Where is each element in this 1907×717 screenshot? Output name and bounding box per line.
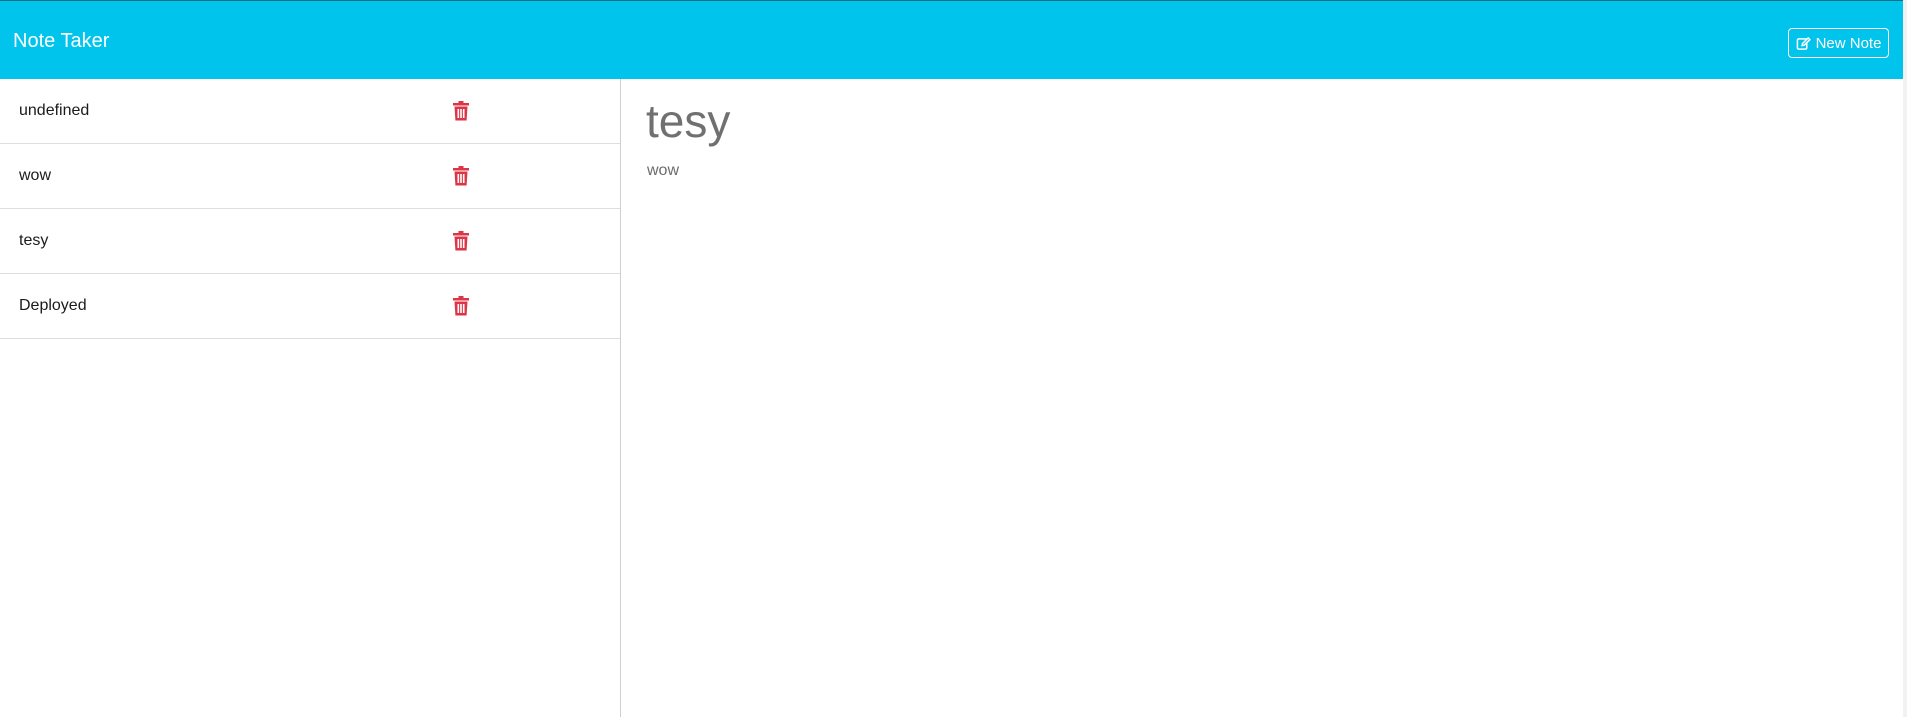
edit-icon bbox=[1796, 36, 1811, 51]
scrollbar[interactable] bbox=[1903, 0, 1907, 717]
navbar: Note Taker New Note bbox=[0, 0, 1903, 79]
note-list: undefined wow tesy Deployed bbox=[0, 79, 620, 339]
note-taker-page: Note Taker New Note undefined wow tesy D… bbox=[0, 0, 1907, 717]
note-textarea[interactable]: wow bbox=[647, 162, 679, 180]
trash-icon[interactable] bbox=[453, 231, 469, 251]
note-title: undefined bbox=[19, 102, 90, 119]
note-title: Deployed bbox=[19, 297, 87, 314]
list-item[interactable]: Deployed bbox=[0, 274, 620, 339]
list-item[interactable]: undefined bbox=[0, 79, 620, 144]
note-title: wow bbox=[19, 167, 52, 184]
list-item[interactable]: wow bbox=[0, 144, 620, 209]
list-item[interactable]: tesy bbox=[0, 209, 620, 274]
notes-sidebar: undefined wow tesy Deployed bbox=[0, 79, 621, 717]
brand-title[interactable]: Note Taker bbox=[13, 29, 109, 53]
trash-icon[interactable] bbox=[453, 296, 469, 316]
trash-icon[interactable] bbox=[453, 166, 469, 186]
note-title-input[interactable]: tesy bbox=[646, 93, 730, 149]
new-note-label: New Note bbox=[1815, 34, 1882, 52]
new-note-button[interactable]: New Note bbox=[1788, 28, 1889, 58]
trash-icon[interactable] bbox=[453, 101, 469, 121]
note-title: tesy bbox=[19, 232, 49, 249]
note-editor: tesy wow bbox=[621, 79, 1903, 717]
